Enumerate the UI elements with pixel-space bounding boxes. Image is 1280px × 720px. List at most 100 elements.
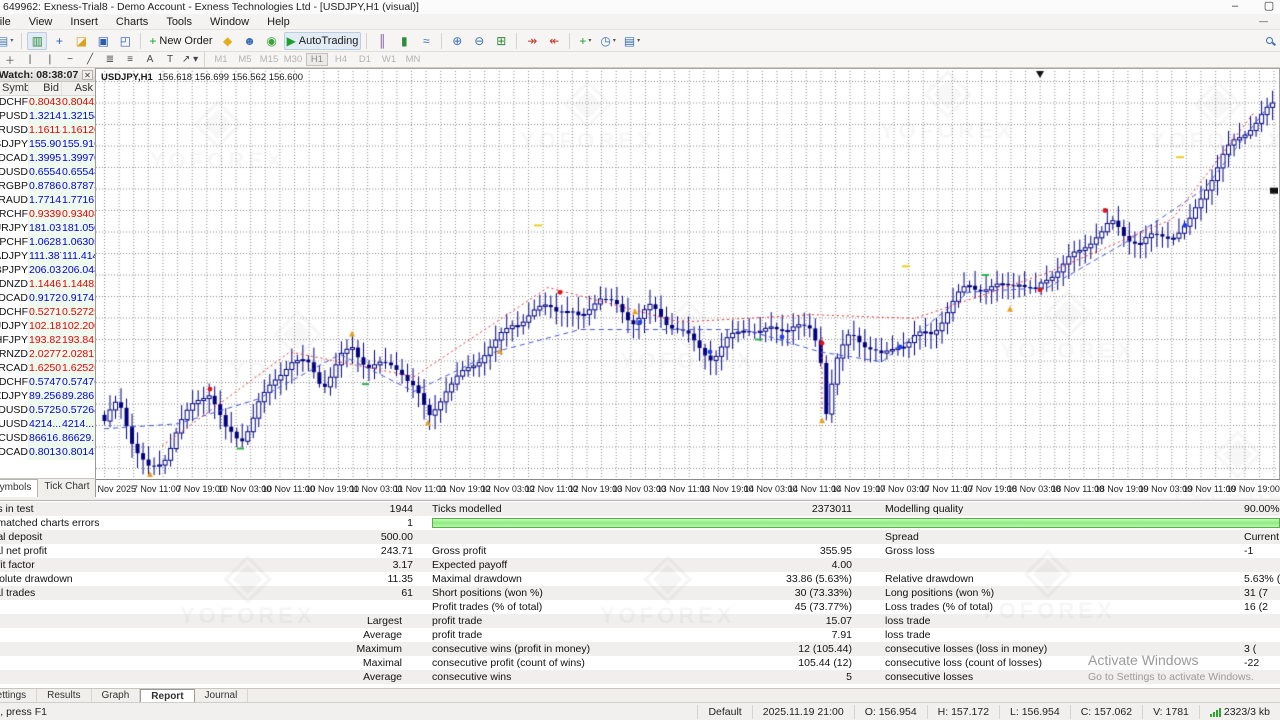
menu-insert[interactable]: Insert: [61, 15, 107, 29]
connection-bars-icon: [1210, 707, 1221, 717]
market-watch-row[interactable]: EURCAD1.625051.62526: [0, 362, 95, 376]
periods-dropdown-icon[interactable]: ▾: [613, 37, 616, 44]
templates-button[interactable]: ▤▾: [621, 32, 643, 50]
price-chart[interactable]: [96, 69, 1278, 479]
market-watch-row[interactable]: AUDCHF0.527190.52725: [0, 306, 95, 320]
market-watch-row[interactable]: CADCHF0.574700.57476: [0, 376, 95, 390]
column-bid[interactable]: Bid: [28, 82, 61, 95]
market-watch-tab-tick-chart[interactable]: Tick Chart: [38, 479, 96, 497]
market-watch-button[interactable]: ▥: [27, 32, 47, 50]
tile-windows-button[interactable]: ⊞: [491, 32, 511, 50]
market-watch-row[interactable]: GBPUSD1.321471.32154: [0, 110, 95, 124]
market-watch-row[interactable]: XAUUSD4214....4214....: [0, 418, 95, 432]
market-watch-row[interactable]: AUDJPY102.187102.200: [0, 320, 95, 334]
status-profile[interactable]: Default: [697, 705, 751, 719]
minimize-button[interactable]: –: [1228, 1, 1242, 13]
menu-tools[interactable]: Tools: [157, 15, 201, 29]
profile-user-button[interactable]: ☻: [240, 32, 260, 50]
timeframe-m5-button[interactable]: M5: [234, 53, 256, 66]
status-connection: 2323/3 kb: [1199, 705, 1280, 719]
menu-file[interactable]: File: [0, 15, 20, 29]
menu-window[interactable]: Window: [201, 15, 258, 29]
market-watch-row[interactable]: USDCHF0.804330.80442: [0, 96, 95, 110]
market-watch-tab-symbols[interactable]: Symbols: [0, 479, 38, 497]
column-symbol[interactable]: Symbol: [0, 82, 28, 95]
timeframe-h4-button[interactable]: H4: [330, 53, 352, 66]
text-label-tool-button[interactable]: T: [161, 53, 179, 67]
vline-tool-button[interactable]: ❘: [41, 53, 59, 67]
arrows-tool-button[interactable]: ↗ ▾: [181, 53, 199, 67]
channel-tool-button[interactable]: ≡: [121, 53, 139, 67]
tester-tab-results[interactable]: Results: [37, 689, 91, 702]
menu-view[interactable]: View: [20, 15, 62, 29]
market-watch-row[interactable]: AUDCAD0.917250.91741: [0, 292, 95, 306]
market-watch-row[interactable]: AUDUSD0.655420.65548: [0, 166, 95, 180]
navigator-button[interactable]: ◪: [71, 32, 91, 50]
periods-button[interactable]: ◷▾: [597, 32, 619, 50]
strategy-tester-button[interactable]: ◰: [115, 32, 135, 50]
tester-tab-graph[interactable]: Graph: [92, 689, 141, 702]
market-watch-row[interactable]: NZDCAD0.801320.80147: [0, 446, 95, 460]
metaeditor-button[interactable]: ◆: [218, 32, 238, 50]
market-watch-row[interactable]: NZDUSD0.572520.57264: [0, 404, 95, 418]
market-watch-row[interactable]: GBPJPY206.032206.048: [0, 264, 95, 278]
timeframe-d1-button[interactable]: D1: [354, 53, 376, 66]
profiles-dropdown-icon[interactable]: ▾: [10, 37, 13, 44]
zoom-in-button[interactable]: ⊕: [447, 32, 467, 50]
market-watch-row[interactable]: EURCHF0.933910.93408: [0, 208, 95, 222]
market-watch-row[interactable]: EURJPY181.033181.050: [0, 222, 95, 236]
timeframe-m30-button[interactable]: M30: [282, 53, 304, 66]
profiles-button[interactable]: ▤▾: [0, 32, 16, 50]
menu-help[interactable]: Help: [258, 15, 299, 29]
timeframe-m1-button[interactable]: M1: [210, 53, 232, 66]
market-watch-row[interactable]: CADJPY111.387111.414: [0, 250, 95, 264]
timeframe-w1-button[interactable]: W1: [378, 53, 400, 66]
timeframe-m15-button[interactable]: M15: [258, 53, 280, 66]
menu-charts[interactable]: Charts: [107, 15, 157, 29]
market-watch-close-icon[interactable]: ✕: [82, 70, 93, 80]
market-watch-titlebar: Market Watch: 08:38:07: [0, 68, 95, 82]
data-window-button[interactable]: +: [49, 32, 69, 50]
zoom-out-button[interactable]: ⊖: [469, 32, 489, 50]
trendline-tool-button[interactable]: ╱: [81, 53, 99, 67]
alerts-button[interactable]: ◉: [262, 32, 282, 50]
indicators-button[interactable]: +▾: [575, 32, 595, 50]
column-ask[interactable]: Ask: [61, 82, 95, 95]
auto-scroll-button[interactable]: ↠: [522, 32, 542, 50]
market-watch-row[interactable]: EURUSD1.161141.16120: [0, 124, 95, 138]
market-watch-row[interactable]: CHFJPY193.824193.841: [0, 334, 95, 348]
tester-tab-settings[interactable]: Settings: [0, 689, 37, 702]
tester-tab-journal[interactable]: Journal: [195, 689, 249, 702]
new-order-button[interactable]: +New Order: [146, 32, 215, 50]
timeframe-h1-button[interactable]: H1: [306, 53, 328, 66]
terminal-button[interactable]: ▣: [93, 32, 113, 50]
chart-shift-button[interactable]: ↞: [544, 32, 564, 50]
child-minimize-button[interactable]: —: [1259, 16, 1268, 26]
maximize-button[interactable]: ▢: [1262, 1, 1276, 13]
tester-tab-report[interactable]: Report: [140, 689, 194, 702]
candle-chart-mode-button[interactable]: ▮: [394, 32, 414, 50]
cursor-tool-button[interactable]: ＋: [1, 53, 19, 67]
autotrading-button[interactable]: ▶AutoTrading: [284, 32, 362, 50]
time-axis[interactable]: 7 Nov 20257 Nov 11:007 Nov 19:0010 Nov 0…: [96, 479, 1280, 498]
search-icon[interactable]: [1259, 32, 1279, 50]
templates-dropdown-icon[interactable]: ▾: [637, 37, 640, 44]
market-watch-row[interactable]: EURNZD2.027792.02817: [0, 348, 95, 362]
indicators-dropdown-icon[interactable]: ▾: [588, 37, 591, 44]
bar-chart-mode-button[interactable]: ║: [372, 32, 392, 50]
market-watch-row[interactable]: USDCAD1.399591.39970: [0, 152, 95, 166]
market-watch-row[interactable]: GBPCHF1.062881.06305: [0, 236, 95, 250]
line-chart-mode-button[interactable]: ≈: [416, 32, 436, 50]
hline-tool-button[interactable]: −: [61, 53, 79, 67]
market-watch-row[interactable]: NZDJPY89.25689.286: [0, 390, 95, 404]
market-watch-row[interactable]: EURGBP0.878630.87873: [0, 180, 95, 194]
market-watch-row[interactable]: BTCUSD86616...86629...: [0, 432, 95, 446]
timeframe-mn-button[interactable]: MN: [402, 53, 424, 66]
crosshair-tool-button[interactable]: |: [21, 53, 39, 67]
market-watch-row[interactable]: EURAUD1.771431.77167: [0, 194, 95, 208]
chart-window[interactable]: USDJPY,H1156.618 156.699 156.562 156.600…: [96, 68, 1280, 497]
market-watch-row[interactable]: USDJPY155.909155.916: [0, 138, 95, 152]
text-tool-button[interactable]: A: [141, 53, 159, 67]
fibonacci-tool-button[interactable]: ≣: [101, 53, 119, 67]
market-watch-row[interactable]: AUDNZD1.144681.14482: [0, 278, 95, 292]
